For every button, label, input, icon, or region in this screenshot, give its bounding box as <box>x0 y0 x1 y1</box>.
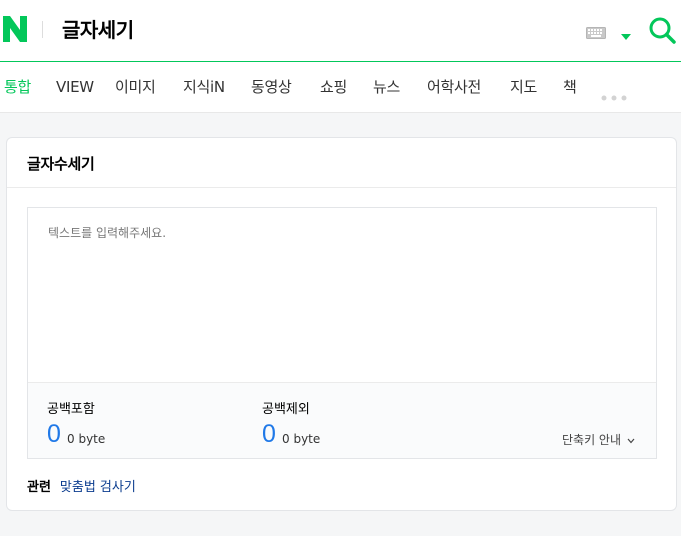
tab-video[interactable]: 동영상 <box>251 77 292 97</box>
search-header: 글자세기 <box>0 0 681 62</box>
caret-down-icon[interactable] <box>620 26 632 40</box>
logo-divider <box>42 21 43 38</box>
card-divider <box>7 187 676 188</box>
tab-view[interactable]: VIEW <box>56 77 94 97</box>
text-input[interactable] <box>28 208 656 382</box>
card-title: 글자수세기 <box>27 155 95 173</box>
search-icon <box>649 17 676 44</box>
search-query[interactable]: 글자세기 <box>62 16 134 44</box>
naver-logo-icon <box>3 16 27 42</box>
counter-editor: 공백포함 0 0 byte 공백제외 0 0 byte 단축키 안내 <box>27 207 657 459</box>
without-spaces-count: 0 <box>262 420 276 448</box>
without-spaces-label: 공백제외 <box>262 402 310 417</box>
related-links: 관련 맞춤법 검사기 <box>27 476 136 495</box>
spell-checker-link[interactable]: 맞춤법 검사기 <box>60 480 136 495</box>
tab-map[interactable]: 지도 <box>510 77 537 97</box>
keyboard-icon[interactable] <box>586 24 606 39</box>
count-stats: 공백포함 0 0 byte 공백제외 0 0 byte 단축키 안내 <box>28 382 656 458</box>
search-button[interactable] <box>648 16 676 44</box>
with-spaces-count: 0 <box>47 420 61 448</box>
tab-shopping[interactable]: 쇼핑 <box>320 77 347 97</box>
more-dots-icon[interactable] <box>601 86 627 101</box>
with-spaces-label: 공백포함 <box>47 402 95 417</box>
shortcut-guide-label: 단축키 안내 <box>562 433 622 447</box>
search-tabs: 통합 VIEW 이미지 지식iN 동영상 쇼핑 뉴스 어학사전 지도 책 <box>0 62 681 113</box>
tab-books[interactable]: 책 <box>563 77 577 97</box>
related-label: 관련 <box>27 480 51 495</box>
with-spaces-bytes: 0 byte <box>67 432 106 446</box>
tab-knowledge-in[interactable]: 지식iN <box>183 77 225 97</box>
tab-integrated[interactable]: 통합 <box>4 77 31 97</box>
without-spaces-bytes: 0 byte <box>282 432 321 446</box>
tab-images[interactable]: 이미지 <box>115 77 156 97</box>
character-counter-card: 글자수세기 공백포함 0 0 byte 공백제외 0 0 byte 단축키 안내… <box>6 137 677 511</box>
tab-news[interactable]: 뉴스 <box>373 77 400 97</box>
naver-logo[interactable] <box>3 16 27 42</box>
tab-dictionary[interactable]: 어학사전 <box>427 77 481 97</box>
shortcut-guide-button[interactable]: 단축키 안내 <box>562 431 635 448</box>
chevron-down-icon <box>627 438 635 443</box>
